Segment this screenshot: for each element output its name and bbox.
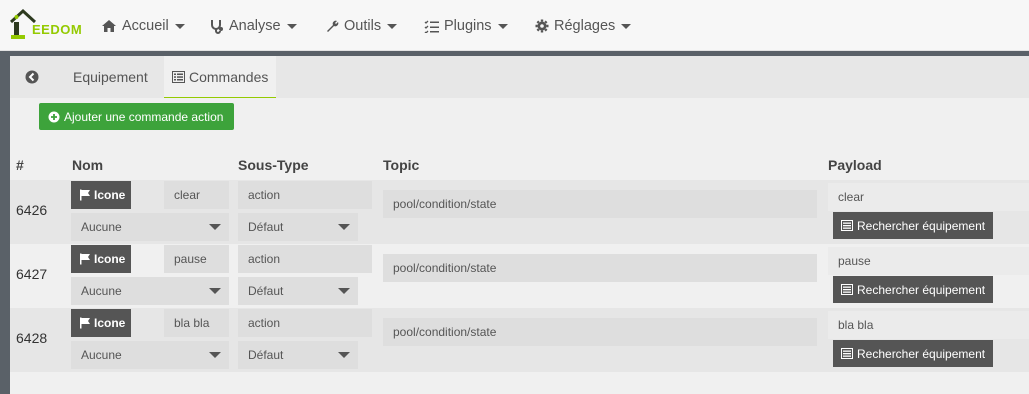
nav-plugins-label: Plugins — [444, 18, 492, 34]
chevron-down-icon — [174, 23, 185, 29]
tab-commandes[interactable]: Commandes — [164, 56, 277, 98]
subtype-select[interactable]: Défaut — [238, 277, 358, 305]
nav-reglages[interactable]: Réglages — [535, 15, 632, 37]
topic-input[interactable]: pool/condition/state — [383, 254, 817, 282]
payload-input[interactable]: clear — [828, 183, 1029, 211]
top-navbar: EEDOM Accueil Analyse Outils Plugins Rég… — [0, 0, 1029, 51]
generic-type-select[interactable]: Aucune — [71, 213, 229, 241]
subtype-select-value: Défaut — [248, 348, 284, 362]
chevron-down-icon — [338, 288, 350, 294]
header-payload: Payload — [828, 157, 882, 173]
tab-equipement[interactable]: Equipement — [73, 56, 148, 98]
chevron-down-icon — [209, 224, 221, 230]
command-id: 6427 — [16, 266, 48, 282]
subtype-select-value: Défaut — [248, 220, 284, 234]
payload-input[interactable]: pause — [828, 247, 1029, 275]
plus-circle-icon — [48, 111, 60, 122]
search-equipment-label: Rechercher équipement — [857, 346, 986, 361]
nav-analyse-label: Analyse — [229, 18, 281, 34]
flag-icon — [80, 253, 90, 265]
command-name-input[interactable]: bla bla — [164, 309, 229, 337]
table-row: 6428 Icone bla bla Aucune action Défaut … — [10, 308, 1029, 372]
search-equipment-label: Rechercher équipement — [857, 282, 986, 297]
list-alt-icon — [841, 348, 853, 359]
tab-commandes-label: Commandes — [189, 68, 269, 85]
nav-reglages-label: Réglages — [554, 18, 616, 34]
subtype-select[interactable]: Défaut — [238, 213, 358, 241]
subtype-select[interactable]: Défaut — [238, 341, 358, 369]
search-equipment-button[interactable]: Rechercher équipement — [833, 276, 993, 303]
chevron-down-icon — [286, 23, 297, 29]
generic-type-value: Aucune — [81, 348, 122, 362]
subtype-select-value: Défaut — [248, 284, 284, 298]
choose-icon-button[interactable]: Icone — [71, 181, 131, 209]
add-action-command-button[interactable]: Ajouter une commande action — [39, 103, 234, 130]
flag-icon — [80, 189, 90, 201]
generic-type-value: Aucune — [81, 284, 122, 298]
list-alt-icon — [172, 70, 185, 83]
cog-icon — [535, 19, 549, 33]
list-alt-icon — [841, 284, 853, 295]
nav-outils-label: Outils — [344, 18, 382, 34]
generic-type-select[interactable]: Aucune — [71, 341, 229, 369]
search-equipment-button[interactable]: Rechercher équipement — [833, 340, 993, 367]
logo-text: EEDOM — [32, 22, 83, 37]
topic-input[interactable]: pool/condition/state — [383, 190, 817, 218]
subtype-field[interactable]: action — [238, 245, 372, 273]
tab-bar: Equipement Commandes — [10, 56, 1029, 98]
flag-icon — [80, 317, 90, 329]
header-id: # — [16, 157, 24, 173]
header-soustype: Sous-Type — [238, 157, 309, 173]
chevron-down-icon — [338, 352, 350, 358]
choose-icon-label: Icone — [94, 316, 126, 330]
add-action-command-label: Ajouter une commande action — [64, 109, 224, 124]
list-alt-icon — [841, 220, 853, 231]
command-name-input[interactable]: pause — [164, 245, 229, 273]
command-id: 6426 — [16, 202, 48, 218]
table-row: 6427 Icone pause Aucune action Défaut po… — [10, 244, 1029, 308]
chevron-down-icon — [497, 23, 508, 29]
chevron-down-icon — [387, 23, 398, 29]
chevron-down-icon — [209, 352, 221, 358]
nav-accueil-label: Accueil — [122, 18, 169, 34]
topic-input[interactable]: pool/condition/state — [383, 318, 817, 346]
search-equipment-button[interactable]: Rechercher équipement — [833, 212, 993, 239]
nav-plugins[interactable]: Plugins — [424, 15, 508, 37]
command-name-input[interactable]: clear — [164, 181, 229, 209]
choose-icon-label: Icone — [94, 188, 126, 202]
subtype-field[interactable]: action — [238, 309, 372, 337]
arrow-circle-left-icon — [25, 70, 39, 84]
chevron-down-icon — [338, 224, 350, 230]
home-icon — [102, 20, 116, 32]
choose-icon-label: Icone — [94, 252, 126, 266]
table-row: 6426 Icone clear Aucune action Défaut po… — [10, 180, 1029, 244]
header-nom: Nom — [72, 157, 104, 173]
header-topic: Topic — [383, 157, 420, 173]
search-equipment-label: Rechercher équipement — [857, 218, 986, 233]
subtype-field[interactable]: action — [238, 181, 372, 209]
chevron-down-icon — [209, 288, 221, 294]
wrench-icon — [327, 20, 339, 32]
command-id: 6428 — [16, 330, 48, 346]
jeedom-logo[interactable]: EEDOM — [9, 8, 83, 42]
choose-icon-button[interactable]: Icone — [71, 245, 131, 273]
nav-outils[interactable]: Outils — [325, 15, 398, 37]
nav-accueil[interactable]: Accueil — [101, 15, 185, 37]
nav-analyse[interactable]: Analyse — [210, 15, 297, 37]
stethoscope-icon — [211, 19, 223, 34]
back-button[interactable] — [10, 56, 54, 98]
equipment-panel: Equipement Commandes Ajouter une command… — [10, 56, 1029, 394]
generic-type-select[interactable]: Aucune — [71, 277, 229, 305]
payload-input[interactable]: bla bla — [828, 311, 1029, 339]
generic-type-value: Aucune — [81, 220, 122, 234]
choose-icon-button[interactable]: Icone — [71, 309, 131, 337]
list-check-icon — [424, 20, 439, 33]
chevron-down-icon — [621, 23, 632, 29]
